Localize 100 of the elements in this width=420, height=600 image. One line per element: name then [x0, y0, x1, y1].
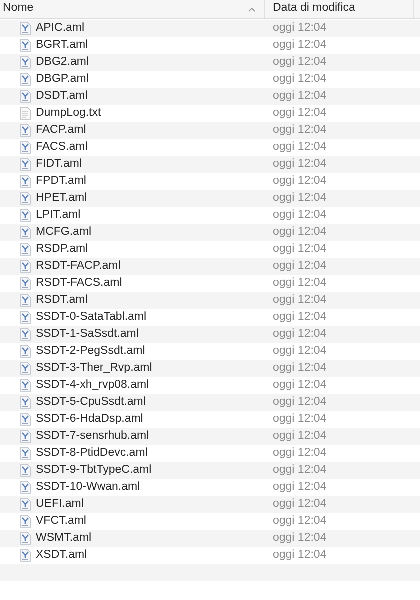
- file-row[interactable]: FACP.aml oggi 12:04: [0, 122, 420, 139]
- file-name: RSDP.aml: [36, 242, 88, 257]
- modified-date: oggi 12:04: [272, 394, 327, 410]
- modified-date: oggi 12:04: [272, 496, 327, 512]
- modified-date: oggi 12:04: [272, 140, 327, 155]
- modified-date: oggi 12:04: [272, 190, 327, 206]
- file-name: SSDT-2-PegSsdt.aml: [36, 344, 146, 359]
- script-file-icon: [20, 56, 31, 69]
- file-name: SSDT-6-HdaDsp.aml: [36, 412, 144, 427]
- file-name: RSDT.aml: [36, 292, 88, 308]
- modified-date: oggi 12:04: [272, 480, 327, 495]
- file-row[interactable]: SSDT-3-Ther_Rvp.aml oggi 12:04: [0, 360, 420, 377]
- file-row[interactable]: HPET.aml oggi 12:04: [0, 190, 420, 207]
- file-name: SSDT-7-sensrhub.aml: [36, 428, 150, 444]
- column-header[interactable]: Data di modifica: [265, 0, 414, 18]
- modified-date: oggi 12:04: [272, 514, 327, 529]
- script-file-icon: [20, 515, 31, 528]
- file-name: DumpLog.txt: [36, 106, 102, 121]
- file-row[interactable]: APIC.aml oggi 12:04: [0, 20, 420, 37]
- modified-date: oggi 12:04: [272, 446, 327, 461]
- modified-date: oggi 12:04: [272, 224, 327, 240]
- file-name: WSMT.aml: [36, 530, 92, 546]
- file-row[interactable]: SSDT-7-sensrhub.aml oggi 12:04: [0, 428, 420, 445]
- script-file-icon: [20, 532, 31, 545]
- modified-date: oggi 12:04: [272, 54, 327, 70]
- file-name: UEFI.aml: [36, 496, 84, 512]
- script-file-icon: [20, 294, 31, 307]
- script-file-icon: [20, 141, 31, 154]
- script-file-icon: [20, 124, 31, 137]
- file-name: APIC.aml: [36, 20, 85, 36]
- file-name: FIDT.aml: [36, 156, 82, 172]
- script-file-icon: [20, 379, 31, 392]
- script-file-icon: [20, 277, 31, 290]
- file-name: VFCT.aml: [36, 514, 86, 529]
- file-row[interactable]: DBG2.aml oggi 12:04: [0, 54, 420, 71]
- file-row[interactable]: WSMT.aml oggi 12:04: [0, 530, 420, 547]
- file-name: SSDT-5-CpuSsdt.aml: [36, 394, 146, 410]
- modified-date: oggi 12:04: [272, 156, 327, 172]
- file-name: RSDT-FACS.aml: [36, 276, 122, 291]
- script-file-icon: [20, 39, 31, 52]
- modified-date: oggi 12:04: [272, 548, 327, 563]
- modified-date: oggi 12:04: [272, 242, 327, 257]
- file-name: XSDT.aml: [36, 548, 88, 563]
- script-file-icon: [20, 413, 31, 426]
- file-name: SSDT-0-SataTabl.aml: [36, 310, 147, 325]
- file-row[interactable]: MCFG.aml oggi 12:04: [0, 224, 420, 241]
- script-file-icon: [20, 549, 31, 562]
- script-file-icon: [20, 481, 31, 494]
- script-file-icon: [20, 328, 31, 341]
- script-file-icon: [20, 22, 31, 35]
- script-file-icon: [20, 209, 31, 222]
- file-name: SSDT-1-SaSsdt.aml: [36, 326, 139, 342]
- script-file-icon: [20, 243, 31, 256]
- script-file-icon: [20, 362, 31, 375]
- script-file-icon: [20, 158, 31, 171]
- modified-date: oggi 12:04: [272, 462, 327, 478]
- script-file-icon: [20, 226, 31, 239]
- file-name: RSDT-FACP.aml: [36, 258, 121, 274]
- file-name: FPDT.aml: [36, 174, 86, 189]
- file-name: DBG2.aml: [36, 54, 90, 70]
- modified-date: oggi 12:04: [272, 258, 327, 274]
- script-file-icon: [20, 192, 31, 205]
- file-name: HPET.aml: [36, 190, 88, 206]
- file-name: MCFG.aml: [36, 224, 92, 240]
- file-row[interactable]: SSDT-9-TbtTypeC.aml oggi 12:04: [0, 462, 420, 479]
- script-file-icon: [20, 260, 31, 273]
- script-file-icon: [20, 430, 31, 443]
- modified-date: oggi 12:04: [272, 20, 327, 36]
- script-file-icon: [20, 73, 31, 86]
- file-row[interactable]: UEFI.aml oggi 12:04: [0, 496, 420, 513]
- script-file-icon: [20, 447, 31, 460]
- file-name: SSDT-8-PtidDevc.aml: [36, 446, 148, 461]
- file-name: FACS.aml: [36, 140, 88, 155]
- modified-date: oggi 12:04: [272, 428, 327, 444]
- file-name: SSDT-4-xh_rvp08.aml: [36, 378, 150, 393]
- modified-date: oggi 12:04: [272, 530, 327, 546]
- script-file-icon: [20, 464, 31, 477]
- file-row[interactable]: RSDT-FACP.aml oggi 12:04: [0, 258, 420, 275]
- modified-date: oggi 12:04: [272, 208, 327, 223]
- file-name: BGRT.aml: [36, 38, 88, 53]
- text-file-icon: [20, 107, 31, 120]
- sort-chevron-icon: [248, 6, 256, 12]
- modified-date: oggi 12:04: [272, 72, 327, 87]
- column-header[interactable]: Nome: [0, 0, 265, 18]
- modified-date: oggi 12:04: [272, 310, 327, 325]
- script-file-icon: [20, 396, 31, 409]
- file-row[interactable]: SSDT-5-CpuSsdt.aml oggi 12:04: [0, 394, 420, 411]
- modified-date: oggi 12:04: [272, 174, 327, 189]
- file-row[interactable]: FIDT.aml oggi 12:04: [0, 156, 420, 173]
- file-row[interactable]: RSDT.aml oggi 12:04: [0, 292, 420, 309]
- script-file-icon: [20, 345, 31, 358]
- file-row[interactable]: SSDT-1-SaSsdt.aml oggi 12:04: [0, 326, 420, 343]
- modified-date: oggi 12:04: [272, 378, 327, 393]
- modified-date: oggi 12:04: [272, 38, 327, 53]
- file-name: FACP.aml: [36, 122, 86, 138]
- file-name: SSDT-10-Wwan.aml: [36, 480, 140, 495]
- modified-date: oggi 12:04: [272, 276, 327, 291]
- script-file-icon: [20, 498, 31, 511]
- modified-date: oggi 12:04: [272, 122, 327, 138]
- file-row[interactable]: DSDT.aml oggi 12:04: [0, 88, 420, 105]
